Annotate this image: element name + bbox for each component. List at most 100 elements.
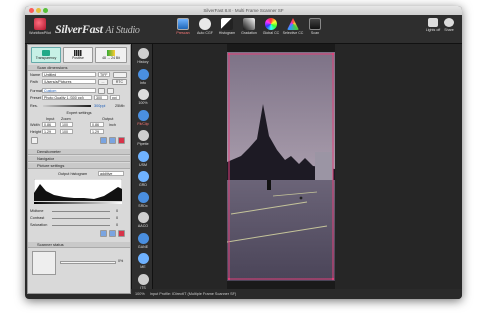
name-input[interactable]: Untitled: [42, 72, 96, 77]
frame-handle[interactable]: [227, 277, 231, 281]
file-type-select[interactable]: TIFF: [98, 72, 110, 77]
tool-label: Info: [140, 80, 146, 85]
frame-handle[interactable]: [227, 52, 231, 56]
share-button[interactable]: Share: [439, 17, 459, 42]
height-input[interactable]: 1.29: [42, 129, 56, 134]
save-frame-button[interactable]: [31, 137, 38, 144]
path-input[interactable]: /Users/a/Pictures: [42, 79, 96, 84]
navigator-header[interactable]: Navigator: [28, 156, 130, 162]
sidebar-tool-gane[interactable]: GANE: [132, 231, 154, 251]
scanner-status-header[interactable]: Scanner status: [28, 242, 130, 248]
zoom-width-input[interactable]: 100: [60, 122, 73, 127]
tool-icon: [137, 150, 149, 162]
delete-frame-button[interactable]: [118, 137, 125, 144]
status-bar: 100% Input Profile: IDirectIT (Multiple …: [131, 289, 462, 299]
sidebar-tool-history[interactable]: History: [132, 46, 154, 66]
tool-icon: [137, 232, 149, 244]
progress-label: 0%: [118, 259, 124, 263]
histogram-gradient: [34, 202, 122, 204]
histogram-button[interactable]: Histogram: [215, 17, 239, 42]
sidebar-tool-info[interactable]: Info: [132, 67, 154, 87]
tool-icon: [137, 48, 149, 59]
picture-reset-button[interactable]: [118, 230, 125, 237]
prescan-icon: [177, 18, 189, 30]
output-height-input[interactable]: 1.29: [90, 129, 104, 134]
midtone-slider[interactable]: [52, 211, 110, 212]
prescan-button[interactable]: Prescan: [171, 17, 195, 42]
bit-depth-button[interactable]: 48 → 24 Bit: [95, 47, 127, 63]
sidebar-tool-aaco[interactable]: AACO: [132, 210, 154, 230]
sidebar-tool-srdx[interactable]: SRDx: [132, 190, 154, 210]
scan-dimensions-header[interactable]: Scan dimensions: [28, 65, 130, 71]
auto-cgf-button[interactable]: Auto CGF: [193, 17, 217, 42]
output-width-input[interactable]: 0.86: [90, 122, 104, 127]
workflowpilot-button[interactable]: WorkflowPilot: [27, 17, 53, 42]
window-title: SilverFast 8.8 · Multi Frame Scanner SF: [203, 8, 284, 13]
selective-cc-icon: [287, 18, 299, 30]
densitometer-header[interactable]: Densitometer: [28, 149, 130, 155]
workflowpilot-icon: [34, 18, 46, 30]
settings-button[interactable]: [109, 137, 116, 144]
histogram-icon: [221, 18, 233, 30]
tool-label: Pipette: [137, 142, 149, 146]
sidebar-tool-100-[interactable]: 100%: [132, 87, 154, 107]
status-text: Input Profile: IDirectIT (Multiple Frame…: [149, 292, 237, 296]
format-select[interactable]: Custom: [42, 88, 96, 93]
name-options-button[interactable]: [113, 72, 127, 78]
tool-label: GANE: [137, 244, 149, 249]
share-icon: [444, 18, 454, 27]
person-figure: [267, 180, 271, 190]
gradation-button[interactable]: Gradation: [237, 17, 261, 42]
frame-handle[interactable]: [331, 277, 335, 281]
tool-label: AACO: [137, 224, 149, 228]
transparency-button[interactable]: Transparency: [31, 47, 61, 63]
tool-label: 100%: [138, 101, 148, 105]
tool-icon: [137, 273, 149, 285]
settings-panel: Transparency Positive 48 → 24 Bit Scan d…: [27, 44, 131, 294]
dog-figure: [299, 196, 303, 200]
zoom-height-input[interactable]: 100: [60, 129, 73, 134]
global-cc-button[interactable]: Global CC: [259, 17, 283, 42]
grid-button[interactable]: [100, 137, 107, 144]
expert-settings-toggle[interactable]: Expert settings: [28, 110, 130, 116]
sidebar-tool-grd[interactable]: GRD: [132, 169, 154, 189]
saturation-slider[interactable]: [52, 225, 110, 226]
frame-handle[interactable]: [331, 52, 335, 56]
resolution-slider[interactable]: [43, 105, 91, 107]
rotate-button[interactable]: [107, 88, 114, 94]
width-input[interactable]: 0.86: [42, 122, 56, 127]
preset-select[interactable]: Photo Quality 1 (300 ppi): [42, 95, 92, 100]
building: [315, 152, 333, 182]
output-histogram-chart: [34, 179, 122, 201]
scan-button[interactable]: Scan: [303, 17, 327, 42]
resolution-unit-select[interactable]: ppi: [110, 95, 120, 100]
rtc-button[interactable]: RTC: [112, 79, 127, 85]
positive-button[interactable]: Positive: [63, 47, 93, 63]
picture-settings-header[interactable]: Picture settings: [28, 163, 130, 169]
sidebar-tool-pipette[interactable]: Pipette: [132, 128, 154, 148]
contrast-slider[interactable]: [52, 218, 110, 219]
tool-icon: [137, 109, 149, 121]
sidebar-tool-fit-clip[interactable]: Fit/Clip: [132, 108, 154, 128]
scan-icon: [309, 18, 321, 30]
zoom-readout: 100%: [135, 292, 145, 296]
tool-label: History: [137, 60, 149, 64]
picture-grid-button[interactable]: [100, 230, 107, 237]
sidebar-tool-me[interactable]: ME: [132, 251, 154, 271]
prescan-image: [227, 44, 335, 289]
lock-button[interactable]: [98, 88, 105, 94]
picture-settings-button[interactable]: [109, 230, 116, 237]
selective-cc-button[interactable]: Selective CC: [281, 17, 305, 42]
title-bar: SilverFast 8.8 · Multi Frame Scanner SF: [25, 6, 462, 15]
tool-icon: [137, 253, 149, 264]
browse-button[interactable]: ...: [98, 79, 108, 85]
preview-area: [153, 44, 462, 289]
gradation-icon: [243, 18, 255, 30]
resolution-input[interactable]: 300: [94, 95, 108, 100]
tool-icon: [137, 171, 149, 182]
sidebar-tool-usm[interactable]: USM: [132, 149, 154, 169]
tool-label: GRD: [139, 183, 147, 187]
histogram-mode-select[interactable]: additive: [98, 171, 124, 176]
scanner-thumbnail: [32, 251, 56, 275]
brand-logo: SilverFast Ai Studio: [55, 22, 140, 36]
